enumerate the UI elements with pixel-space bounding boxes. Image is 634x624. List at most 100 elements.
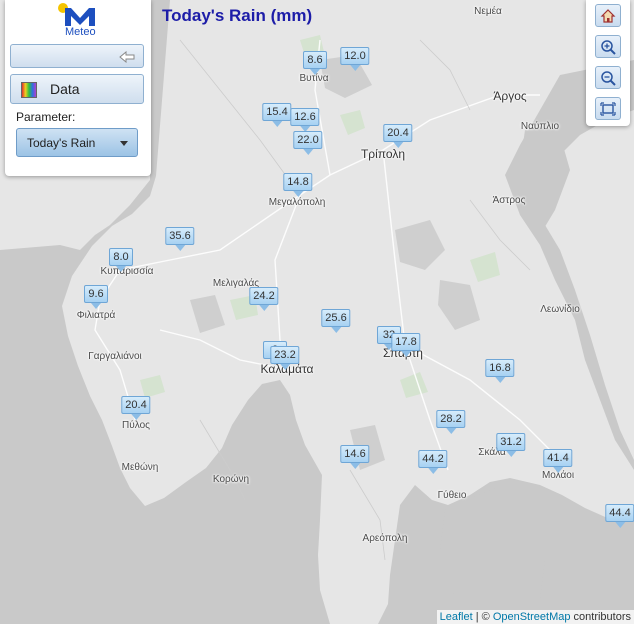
zoom-out-icon [601,71,616,86]
rain-marker[interactable]: 9.6 [84,285,108,309]
rain-value: 8.6 [303,51,327,69]
place-label: Γαργαλιάνοι [88,351,142,362]
rain-value: 14.8 [283,173,313,191]
place-label: Μεγαλόπολη [268,197,326,208]
rain-value: 22.0 [293,131,323,149]
place-label: Φιλιατρά [76,310,116,321]
marker-tip [349,463,360,469]
marker-tip [445,428,456,434]
home-icon [600,9,616,23]
rain-value: 12.0 [340,47,370,65]
place-label: Μεθώνη [121,462,159,473]
rain-value: 44.4 [605,504,634,522]
parameter-select[interactable]: Today's Rain [16,128,138,157]
map-title: Today's Rain (mm) [162,6,313,25]
rain-value: 31.2 [496,433,526,451]
rain-value: 9.6 [84,285,108,303]
rain-marker[interactable]: 17.8 [391,333,421,357]
rain-marker[interactable]: 25.6 [321,309,351,333]
control-panel: Meteo Data Parameter: Today's Rain [5,0,151,176]
parameter-label: Parameter: [16,110,76,124]
rain-marker[interactable]: 14.6 [340,445,370,469]
arrow-left-icon [119,50,135,68]
place-label: Άργος [493,89,527,103]
data-button-label: Data [50,81,80,97]
zoom-in-icon [601,40,616,55]
rain-marker[interactable]: 14.8 [283,173,313,197]
rain-value: 35.6 [165,227,195,245]
palette-icon [21,82,37,98]
home-button[interactable] [595,4,621,27]
marker-tip [258,305,269,311]
rain-value: 23.2 [270,346,300,364]
marker-tip [174,245,185,251]
marker-tip [310,69,320,75]
rain-marker[interactable]: 12.0 [340,47,370,71]
marker-tip [494,377,505,383]
marker-tip [392,142,403,148]
logo-text: Meteo [65,26,96,38]
rain-value: 15.4 [262,103,292,121]
place-label: Λεωνίδιο [540,304,580,315]
marker-tip [130,414,141,420]
rain-marker[interactable]: 16.8 [485,359,515,383]
place-label: Κορώνη [212,474,250,485]
attribution: Leaflet | © OpenStreetMap contributors [436,610,634,624]
attribution-contributors: contributors [570,611,631,623]
rain-value: 41.4 [543,449,573,467]
marker-tip [349,65,360,71]
marker-tip [292,191,303,197]
place-label: Γύθειο [437,490,467,501]
attribution-separator: | © [472,611,493,623]
zoom-out-button[interactable] [595,66,621,89]
rain-marker[interactable]: 23.2 [270,346,300,370]
collapse-panel-button[interactable] [10,44,144,68]
marker-tip [116,266,126,272]
logo-icon [58,3,95,26]
rain-marker[interactable]: 35.6 [165,227,195,251]
rain-marker[interactable]: 8.0 [109,248,133,272]
marker-tip [427,468,438,474]
place-label: Τρίπολη [360,147,406,161]
map-controls [586,0,630,126]
rain-value: 14.6 [340,445,370,463]
rain-marker[interactable]: 22.0 [293,131,323,155]
osm-link[interactable]: OpenStreetMap [493,611,571,623]
rain-value: 17.8 [391,333,421,351]
place-label: Αρεόπολη [362,533,408,544]
rain-value: 24.2 [249,287,279,305]
parameter-select-value: Today's Rain [27,136,96,150]
rain-marker[interactable]: 8.6 [303,51,327,75]
marker-tip [279,364,290,370]
rain-value: 28.2 [436,410,466,428]
marker-tip [400,351,411,357]
fullscreen-button[interactable] [595,97,621,120]
marker-tip [505,451,516,457]
marker-tip [552,467,563,473]
zoom-in-button[interactable] [595,35,621,58]
rain-marker[interactable]: 31.2 [496,433,526,457]
leaflet-link[interactable]: Leaflet [440,611,473,623]
marker-tip [271,121,282,127]
data-button[interactable]: Data [10,74,144,104]
place-label: Άστρος [492,195,526,206]
rain-value: 12.6 [290,108,320,126]
rain-marker[interactable]: 12.6 [290,108,320,132]
rain-marker[interactable]: 28.2 [436,410,466,434]
rain-marker[interactable]: 44.2 [418,450,448,474]
rain-value: 20.4 [121,396,151,414]
rain-marker[interactable]: 41.4 [543,449,573,473]
place-label: Νεμέα [474,6,502,17]
place-label: Ναύπλιο [520,121,560,132]
place-label: Πύλος [122,420,150,431]
rain-marker[interactable]: 15.4 [262,103,292,127]
meteo-logo: Meteo [57,2,103,38]
rain-marker[interactable]: 24.2 [249,287,279,311]
rain-value: 16.8 [485,359,515,377]
chevron-down-icon [120,141,128,146]
marker-tip [302,149,313,155]
rain-marker[interactable]: 44.4 [605,504,634,528]
rain-marker[interactable]: 20.4 [121,396,151,420]
rain-marker[interactable]: 20.4 [383,124,413,148]
rain-value: 44.2 [418,450,448,468]
